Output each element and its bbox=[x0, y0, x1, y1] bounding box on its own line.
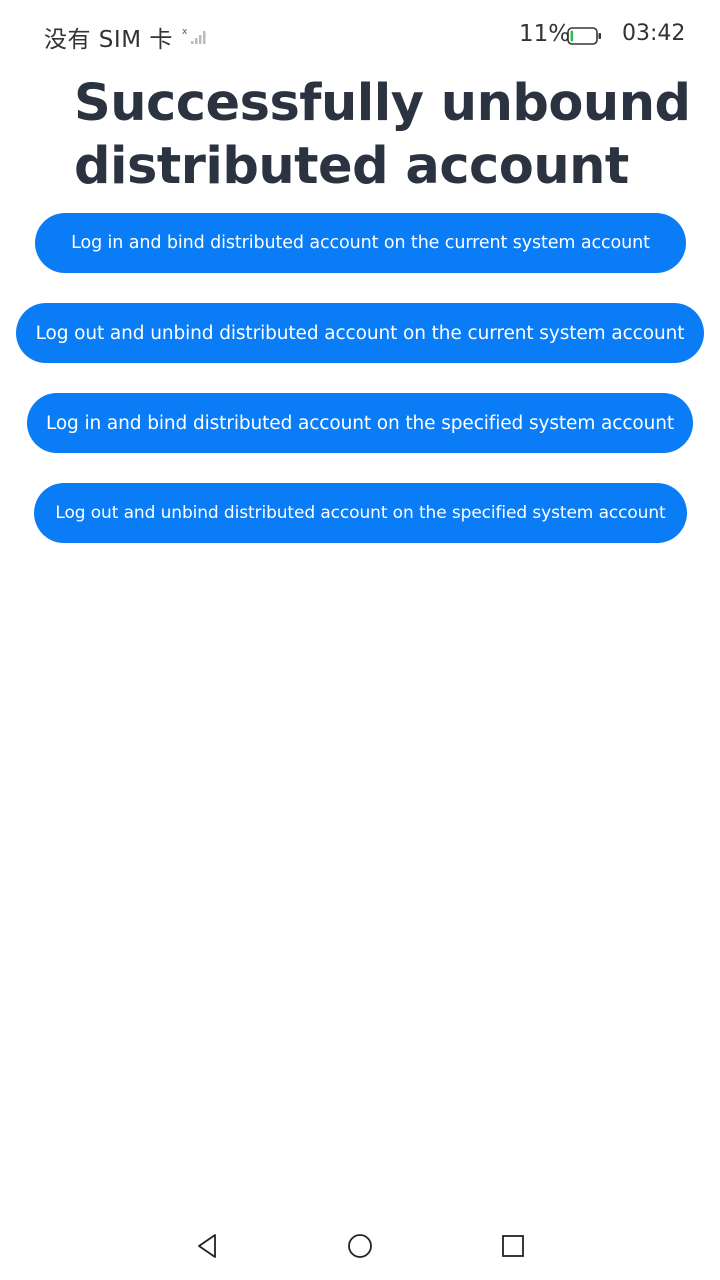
recent-apps-button[interactable] bbox=[495, 1228, 531, 1264]
no-signal-icon: x bbox=[182, 26, 210, 46]
battery-percentage: 11% bbox=[519, 21, 571, 47]
login-bind-current-account-button[interactable]: Log in and bind distributed account on t… bbox=[35, 213, 686, 273]
sim-status-text: 没有 SIM 卡 bbox=[44, 27, 173, 53]
battery-icon bbox=[567, 26, 603, 46]
square-recent-icon bbox=[502, 1235, 524, 1257]
back-button[interactable] bbox=[189, 1228, 225, 1264]
logout-unbind-current-account-button[interactable]: Log out and unbind distributed account o… bbox=[16, 303, 704, 363]
svg-text:x: x bbox=[182, 27, 188, 37]
home-button[interactable] bbox=[342, 1228, 378, 1264]
login-bind-specified-account-button[interactable]: Log in and bind distributed account on t… bbox=[27, 393, 693, 453]
status-clock: 03:42 bbox=[622, 21, 686, 46]
status-bar: 没有 SIM 卡 x 11% 03:42 bbox=[0, 0, 720, 70]
navigation-bar bbox=[0, 1210, 720, 1280]
logout-unbind-specified-account-button[interactable]: Log out and unbind distributed account o… bbox=[34, 483, 687, 543]
circle-home-icon bbox=[348, 1234, 372, 1258]
page-title: Successfully unbound distributed account bbox=[74, 74, 691, 196]
triangle-back-icon bbox=[198, 1234, 216, 1258]
